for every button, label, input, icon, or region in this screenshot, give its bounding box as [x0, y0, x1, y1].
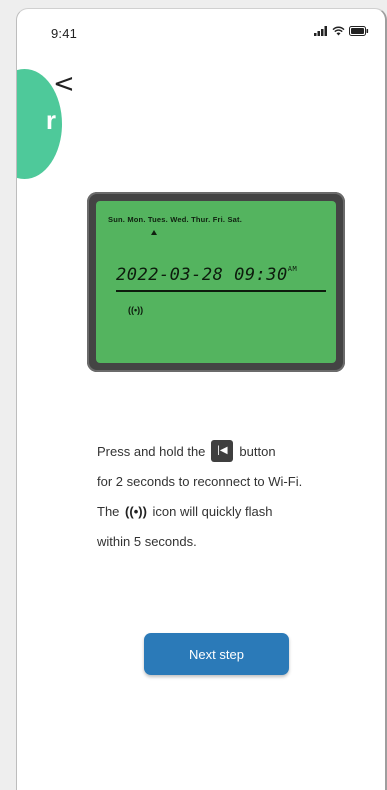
lcd-wifi-icon: ((•))	[128, 305, 144, 315]
signal-icon	[314, 26, 327, 36]
instruction-line-3-prefix: The	[97, 504, 120, 519]
lcd-underline	[116, 290, 326, 292]
badge-glyph: r	[45, 105, 56, 135]
lcd-ampm: AM	[287, 265, 298, 273]
inline-wifi-icon: ((•))	[125, 504, 147, 519]
instruction-line-2: for 2 seconds to reconnect to Wi-Fi.	[97, 474, 303, 489]
device-lcd-frame: Sun. Mon. Tues. Wed. Thur. Fri. Sat. 202…	[87, 192, 345, 372]
back-chevron-icon[interactable]: <	[53, 71, 75, 97]
lcd-datetime: 2022-03-28 09:30AM	[116, 265, 297, 285]
lcd-datetime-value: 2022-03-28 09:30	[116, 265, 288, 285]
wifi-icon	[332, 26, 345, 36]
instruction-line-1: Press and hold the |◀ button	[97, 437, 385, 467]
instruction-line-4: within 5 seconds.	[97, 534, 197, 549]
lcd-days-row: Sun. Mon. Tues. Wed. Thur. Fri. Sat.	[108, 215, 243, 224]
phone-screen: r 9:41 < Sun. Mon. Tues. Wed. Thur. Fri.…	[16, 8, 387, 790]
device-lcd-screen: Sun. Mon. Tues. Wed. Thur. Fri. Sat. 202…	[96, 201, 336, 363]
battery-icon	[349, 26, 369, 36]
status-icons	[314, 26, 369, 36]
status-time: 9:41	[51, 26, 78, 41]
instruction-line-1-prefix: Press and hold the	[97, 444, 206, 459]
instruction-line-3: The ((•)) icon will quickly flash	[97, 497, 385, 527]
instruction-line-1-suffix: button	[239, 444, 276, 459]
device-button-icon: |◀	[211, 439, 234, 462]
instructions-text: Press and hold the |◀ button for 2 seconds…	[97, 437, 385, 557]
instruction-line-3-suffix: icon will quickly flash	[152, 504, 273, 519]
next-step-button[interactable]: Next step	[144, 633, 289, 675]
lcd-day-marker-icon	[151, 230, 157, 235]
